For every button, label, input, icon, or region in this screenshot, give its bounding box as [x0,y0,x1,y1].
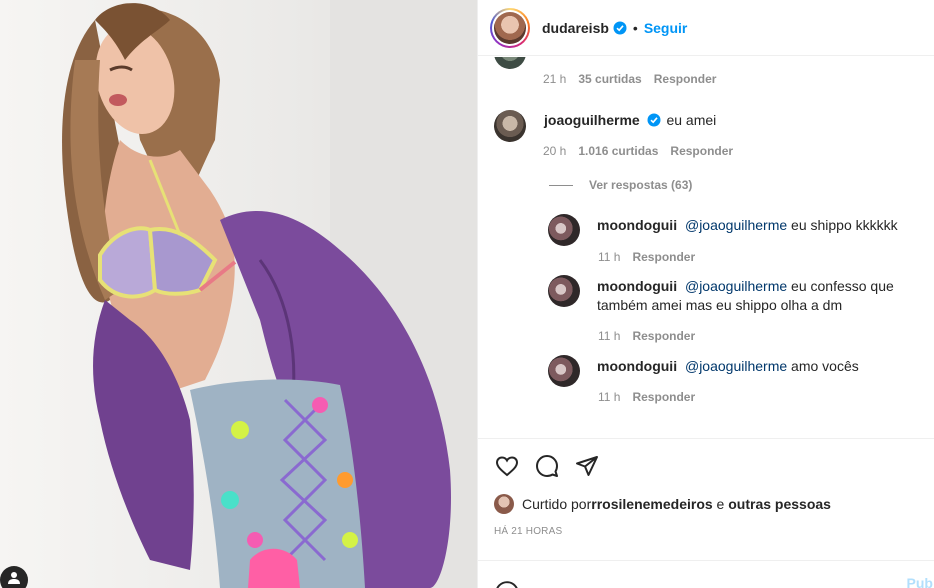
reply-meta: 11 h Responder [598,250,695,264]
reply-button[interactable]: Responder [632,329,695,343]
like-button[interactable] [494,453,520,479]
comment-likes[interactable]: 35 curtidas [578,72,641,86]
share-button[interactable] [574,453,600,479]
emoji-icon[interactable] [494,580,520,588]
replier-avatar[interactable] [548,355,580,387]
comment-time: 20 h [543,144,567,158]
user-silhouette-icon [8,572,20,584]
replier-username[interactable]: moondoguii [597,358,677,374]
commenter-avatar[interactable] [494,110,526,142]
comment-item: joaoguilherme eu amei [494,110,716,142]
liked-by-prefix: Curtido por [522,496,592,512]
liked-by-others[interactable]: outras pessoas [728,496,831,512]
verified-badge-icon [613,21,627,34]
comment-text: eu amei [666,112,717,128]
post-details-panel: dudareisb • Seguir 21 h 35 curtidas Resp… [477,0,934,588]
view-replies-button[interactable]: Ver respostas (63) [549,178,692,192]
commenter-username[interactable]: joaoguilherme [544,112,640,128]
reply-text: eu shippo kkkkkk [787,217,898,233]
view-replies-label: Ver respostas (63) [589,178,693,192]
liker-username[interactable]: rrosilenemedeiros [591,496,712,512]
tagged-user-icon[interactable] [0,566,28,588]
reply-mention[interactable]: @joaoguilherme [685,278,787,294]
verified-badge-icon [647,113,661,127]
replier-username[interactable]: moondoguii [597,217,677,233]
reply-button[interactable]: Responder [632,390,695,404]
reply-button[interactable]: Responder [654,72,717,86]
publish-button[interactable]: Pub [907,575,933,588]
comments-list[interactable]: 21 h 35 curtidas Responder joaoguilherme… [478,57,934,438]
reply-time: 11 h [598,329,621,343]
post-photo-art [62,0,477,588]
reply-button[interactable]: Responder [632,250,695,264]
partial-comment-meta: 21 h 35 curtidas Responder [543,72,716,86]
reply-text: amo vocês [787,358,859,374]
post-time-ago[interactable]: HÁ 21 HORAS [494,526,562,537]
share-icon [576,455,598,476]
comment-button[interactable] [534,453,560,479]
post-header: dudareisb • Seguir [478,0,934,56]
add-comment-bar: Pub [478,560,934,588]
follow-button[interactable]: Seguir [644,20,688,36]
view-replies-line [549,184,573,186]
reply-item: moondoguii @joaoguilherme amo vocês [548,355,918,387]
comment-time: 21 h [543,72,567,86]
header-separator: • [632,19,638,36]
replier-username[interactable]: moondoguii [597,278,677,294]
liker-avatar[interactable] [494,494,514,514]
reply-meta: 11 h Responder [598,390,695,404]
post-actions [478,438,934,492]
author-username[interactable]: dudareisb [542,20,609,36]
reply-mention[interactable]: @joaoguilherme [685,217,787,233]
liked-by: Curtido por rrosilenemedeiros e outras p… [494,494,831,514]
add-comment-input[interactable] [534,584,904,588]
reply-item: moondoguii @joaoguilherme eu shippo kkkk… [548,214,918,246]
reply-meta: 11 h Responder [598,329,695,343]
reply-time: 11 h [598,250,621,264]
replier-avatar[interactable] [548,275,580,307]
comment-icon [536,454,558,477]
replier-avatar[interactable] [548,214,580,246]
reply-time: 11 h [598,390,621,404]
partial-comment-avatar[interactable] [494,57,526,69]
liked-by-middle: e [712,496,729,512]
reply-button[interactable]: Responder [670,144,733,158]
author-avatar[interactable] [490,7,530,48]
comment-likes[interactable]: 1.016 curtidas [578,144,658,158]
heart-icon [495,455,519,476]
reply-item: moondoguii @joaoguilherme eu confesso qu… [548,275,918,315]
author-avatar-image [494,11,526,44]
comment-meta: 20 h 1.016 curtidas Responder [543,144,733,158]
post-photo[interactable] [0,0,477,588]
reply-mention[interactable]: @joaoguilherme [685,358,787,374]
